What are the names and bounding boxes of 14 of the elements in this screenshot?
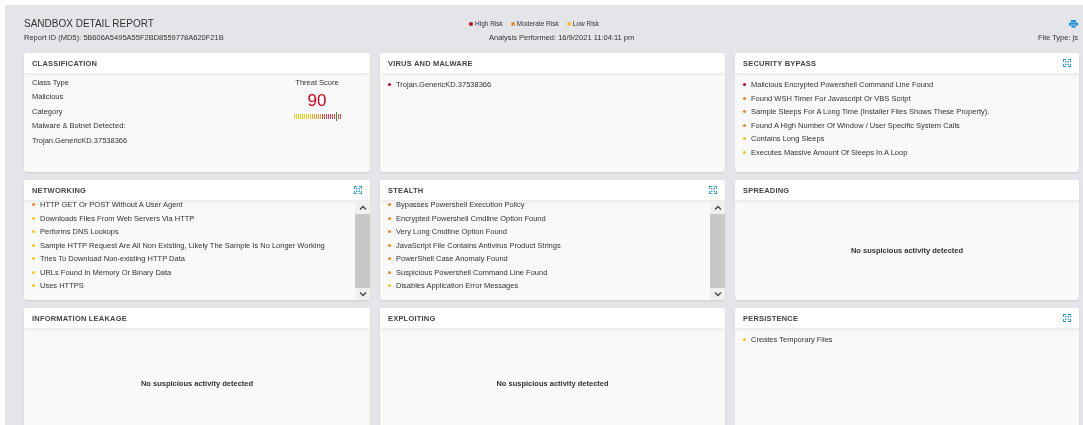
- scroll-up-icon[interactable]: [713, 205, 722, 210]
- expand-icon[interactable]: [1063, 59, 1071, 67]
- scroll-thumb[interactable]: [355, 214, 370, 288]
- meter-scale: [293, 114, 341, 119]
- report-title: SANDBOX DETAIL REPORT: [24, 18, 155, 29]
- scroll-thumb[interactable]: [710, 214, 725, 288]
- expand-icon[interactable]: [1063, 314, 1071, 322]
- expand-icon[interactable]: [354, 186, 362, 194]
- scroll-up-icon[interactable]: [358, 205, 367, 210]
- scroll-down-icon[interactable]: [358, 292, 367, 297]
- expand-icon[interactable]: [709, 186, 717, 194]
- scroll-down-icon[interactable]: [713, 292, 722, 297]
- print-icon[interactable]: [1069, 19, 1078, 28]
- threat-score: 90: [307, 91, 327, 111]
